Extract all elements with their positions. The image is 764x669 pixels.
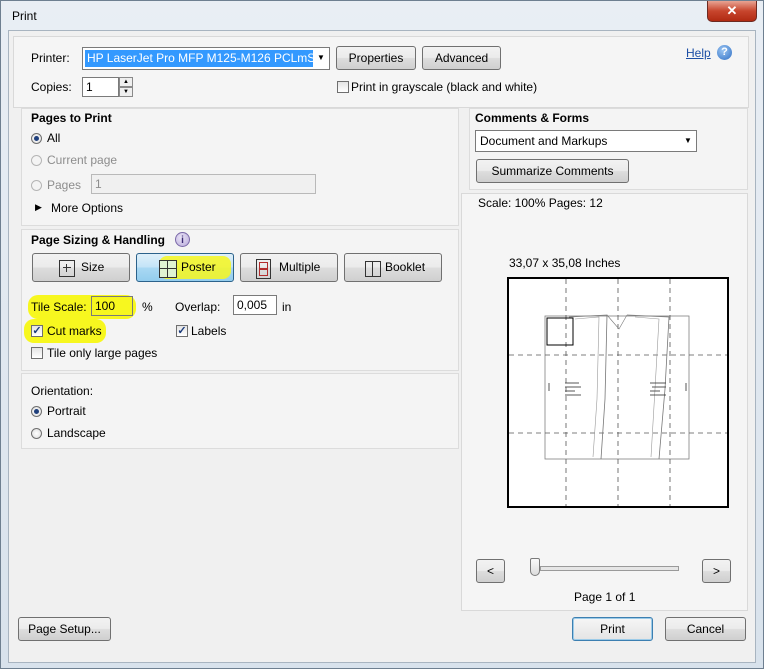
tile-large-pages-checkbox[interactable] xyxy=(31,347,43,359)
pages-range-input[interactable]: 1 xyxy=(91,174,316,194)
pages-label: Pages xyxy=(47,178,82,192)
close-button[interactable]: ✕ xyxy=(707,1,757,22)
cut-marks-label: Cut marks xyxy=(47,324,102,338)
landscape-label: Landscape xyxy=(47,426,106,440)
page-indicator: Page 1 of 1 xyxy=(574,590,636,604)
tile-scale-input[interactable]: 100 xyxy=(91,296,133,316)
booklet-tab-label: Booklet xyxy=(385,260,426,274)
copies-increment[interactable]: ▲ xyxy=(119,77,133,87)
overlap-label: Overlap: xyxy=(175,300,221,314)
multiple-tab-label: Multiple xyxy=(279,260,321,274)
overlap-input[interactable]: 0,005 xyxy=(233,295,277,315)
size-tab-label: Size xyxy=(81,260,105,274)
scale-pages-text: Scale: 100% Pages: 12 xyxy=(478,196,603,210)
percent-unit: % xyxy=(142,300,153,314)
cancel-button[interactable]: Cancel xyxy=(665,617,746,641)
comments-heading: Comments & Forms xyxy=(475,111,590,125)
help-icon[interactable]: ? xyxy=(717,45,732,60)
size-icon xyxy=(59,260,75,277)
sizing-heading: Page Sizing & Handling xyxy=(31,233,166,247)
chevron-down-icon: ▼ xyxy=(684,136,692,145)
info-icon[interactable]: i xyxy=(175,232,190,247)
page-slider-thumb[interactable] xyxy=(530,558,540,576)
booklet-icon xyxy=(365,261,381,277)
advanced-button[interactable]: Advanced xyxy=(422,46,501,70)
document-outline xyxy=(544,315,690,460)
printer-label: Printer: xyxy=(31,51,70,65)
page-setup-button[interactable]: Page Setup... xyxy=(18,617,111,641)
comments-select[interactable]: Document and Markups ▼ xyxy=(475,130,697,152)
properties-button[interactable]: Properties xyxy=(336,46,416,70)
tile-scale-label: Tile Scale: xyxy=(31,300,87,314)
page-slider-track[interactable] xyxy=(540,566,679,571)
poster-tab-button[interactable]: Poster xyxy=(136,253,234,282)
more-options-toggle[interactable]: More Options xyxy=(51,201,123,215)
radio-current-page[interactable] xyxy=(31,155,42,166)
printer-select[interactable]: HP LaserJet Pro MFP M125-M126 PCLmS ▼ xyxy=(82,47,330,70)
title-bar: Print ✕ xyxy=(1,1,763,31)
grayscale-checkbox[interactable] xyxy=(337,81,349,93)
size-tab-button[interactable]: Size xyxy=(32,253,130,282)
help-link[interactable]: Help xyxy=(686,46,711,60)
print-preview xyxy=(507,277,729,508)
poster-tab-label: Poster xyxy=(181,260,216,274)
radio-all[interactable] xyxy=(31,133,42,144)
multiple-pages-icon xyxy=(256,259,271,279)
print-button[interactable]: Print xyxy=(572,617,653,641)
first-tile-marker xyxy=(546,317,574,346)
copies-decrement[interactable]: ▼ xyxy=(119,87,133,97)
pages-heading: Pages to Print xyxy=(31,111,112,125)
tile-large-pages-label: Tile only large pages xyxy=(47,346,158,360)
orientation-heading: Orientation: xyxy=(31,384,94,398)
copies-label: Copies: xyxy=(31,80,72,94)
prev-page-button[interactable]: < xyxy=(476,559,505,583)
multiple-tab-button[interactable]: Multiple xyxy=(240,253,338,282)
current-page-label: Current page xyxy=(47,153,118,167)
summarize-comments-button[interactable]: Summarize Comments xyxy=(476,159,629,183)
expand-arrow-icon[interactable]: ▶ xyxy=(35,202,42,213)
radio-pages[interactable] xyxy=(31,180,42,191)
preview-drawing xyxy=(509,279,727,506)
radio-landscape[interactable] xyxy=(31,428,42,439)
poster-grid-icon xyxy=(159,260,177,278)
portrait-label: Portrait xyxy=(47,404,86,418)
overlap-unit: in xyxy=(282,300,292,314)
poster-dimensions: 33,07 x 35,08 Inches xyxy=(509,256,621,270)
radio-portrait[interactable] xyxy=(31,406,42,417)
grayscale-label: Print in grayscale (black and white) xyxy=(351,80,538,94)
radio-all-label: All xyxy=(47,131,61,145)
window-title: Print xyxy=(12,9,37,23)
cut-marks-checkbox[interactable]: ✓ xyxy=(31,325,43,337)
chevron-down-icon: ▼ xyxy=(317,53,325,62)
copies-input[interactable]: 1 xyxy=(82,77,119,97)
labels-checkbox[interactable]: ✓ xyxy=(176,325,188,337)
comments-select-value: Document and Markups xyxy=(480,134,608,148)
printer-select-value: HP LaserJet Pro MFP M125-M126 PCLmS xyxy=(85,50,313,67)
labels-label: Labels xyxy=(191,324,227,338)
pattern-seam xyxy=(606,314,628,330)
next-page-button[interactable]: > xyxy=(702,559,731,583)
booklet-tab-button[interactable]: Booklet xyxy=(344,253,442,282)
